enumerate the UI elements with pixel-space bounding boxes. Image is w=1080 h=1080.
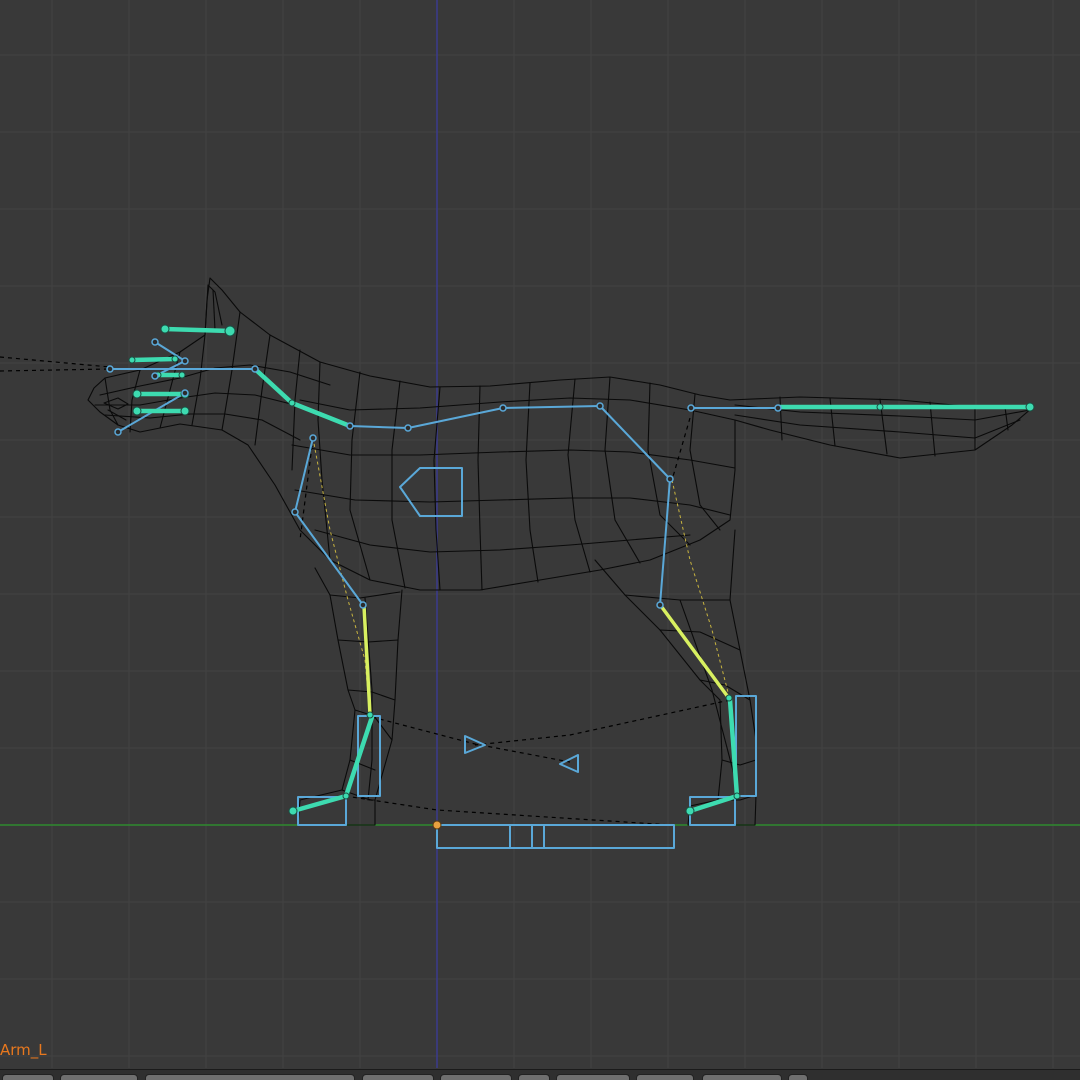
bone-joint[interactable] [596, 402, 604, 410]
bone-joint[interactable] [106, 365, 114, 373]
bone-joint[interactable] [132, 389, 142, 399]
bone-joint[interactable] [346, 422, 354, 430]
bone-joint[interactable] [151, 338, 159, 346]
viewport-grid [0, 0, 1080, 1068]
active-bones[interactable] [362, 604, 730, 716]
bone-joints[interactable] [106, 338, 782, 609]
bone-joint[interactable] [685, 806, 695, 816]
pose-paste-icon[interactable] [788, 1074, 808, 1080]
bone-joint[interactable] [181, 357, 189, 365]
bone-joint[interactable] [733, 792, 741, 800]
bone-joint[interactable] [224, 325, 236, 337]
view-menu-icon[interactable] [2, 1074, 54, 1080]
bone-joint[interactable] [876, 403, 884, 411]
viewport-header [0, 1069, 1080, 1080]
active-object-label: Arm_L [0, 1041, 47, 1059]
bone-joint[interactable] [251, 365, 259, 373]
bone-joint[interactable] [656, 601, 664, 609]
bone-joint[interactable] [178, 371, 186, 379]
shading-icon[interactable] [440, 1074, 512, 1080]
bone-joint[interactable] [288, 399, 296, 407]
pivot-icon[interactable] [518, 1074, 550, 1080]
wolf-mesh-wireframe[interactable] [87, 277, 1033, 826]
select-menu-icon[interactable] [60, 1074, 138, 1080]
bone-joint[interactable] [687, 404, 695, 412]
bone-joint[interactable] [725, 694, 733, 702]
bone-joint[interactable] [151, 372, 159, 380]
manipulator-icon[interactable] [556, 1074, 630, 1080]
bone-joint[interactable] [128, 356, 136, 364]
deform-bones[interactable] [109, 341, 779, 849]
bone-joint[interactable] [404, 424, 412, 432]
mode-selector-icon[interactable] [362, 1074, 434, 1080]
bone-joint[interactable] [366, 711, 374, 719]
viewport-scene[interactable] [0, 0, 1080, 1080]
bone-joint[interactable] [342, 792, 350, 800]
bone-joint[interactable] [160, 324, 170, 334]
pose-menu-icon[interactable] [145, 1074, 355, 1080]
origin-point[interactable] [432, 820, 442, 830]
bone-joint[interactable] [114, 428, 122, 436]
bone-joint[interactable] [774, 404, 782, 412]
bone-joint[interactable] [359, 601, 367, 609]
bone-joint[interactable] [288, 806, 298, 816]
bone-joint[interactable] [291, 508, 299, 516]
bone-joint[interactable] [132, 406, 142, 416]
bone-joint[interactable] [499, 404, 507, 412]
bone-joint[interactable] [1025, 402, 1035, 412]
layers-icon[interactable] [636, 1074, 694, 1080]
selected-bones[interactable] [129, 326, 1033, 814]
pose-copy-icon[interactable] [702, 1074, 782, 1080]
bone-joint[interactable] [171, 355, 179, 363]
bone-joint[interactable] [309, 434, 317, 442]
bone-joint[interactable] [181, 389, 189, 397]
bone-joint[interactable] [666, 475, 674, 483]
3d-viewport[interactable]: Arm_L [0, 0, 1080, 1080]
bone-joint[interactable] [180, 406, 190, 416]
